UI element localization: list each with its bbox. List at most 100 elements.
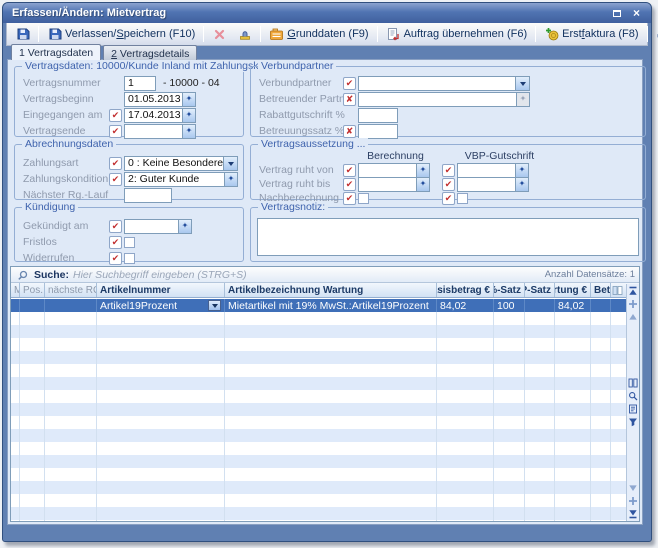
betreuender-partner-input[interactable]: ✦ — [358, 92, 530, 107]
column-header-Artikelbezeichnung Wartung[interactable]: Artikelbezeichnung Wartung — [225, 283, 437, 297]
nav-first-button[interactable] — [628, 286, 639, 296]
ruht-bis-vbp-edit-flag-icon[interactable] — [442, 178, 455, 191]
table-row[interactable] — [11, 416, 626, 429]
ruht-bis-vbp-picker-button[interactable]: ✦ — [515, 178, 528, 191]
cell-Artikelnummer[interactable]: Artikel19Prozent — [97, 299, 225, 312]
vertragsende-input[interactable]: ✦ — [124, 124, 196, 139]
grid-search-bar[interactable]: Suche: Hier Suchbegriff eingeben (STRG+S… — [11, 267, 639, 283]
stamp-button[interactable] — [232, 25, 257, 44]
delete-button[interactable] — [207, 25, 232, 44]
vertragsende-edit-flag-icon[interactable] — [109, 125, 122, 138]
table-row[interactable] — [11, 507, 626, 520]
table-row[interactable]: Artikel19ProzentMietartikel mit 19% MwSt… — [11, 299, 626, 312]
nav-insert-button[interactable] — [628, 496, 639, 506]
cell-VBP-Satz[interactable] — [525, 299, 555, 312]
search-input[interactable]: Hier Suchbegriff eingeben (STRG+S) — [73, 269, 545, 281]
cell-Wartung €[interactable]: 84,02 — [555, 299, 591, 312]
column-header-%-Satz[interactable]: %-Satz — [494, 283, 525, 297]
save-button[interactable] — [10, 25, 35, 44]
table-row[interactable] — [11, 481, 626, 494]
gekuendigt-am-input[interactable]: ✦ — [124, 219, 192, 234]
betreuungssatz-input[interactable] — [358, 124, 398, 139]
eingegangen-input[interactable]: 17.04.2013 /M✦ — [124, 108, 196, 123]
vertragsende-picker-button[interactable]: ✦ — [182, 125, 195, 138]
tab-vertragsdaten[interactable]: 1 Vertragsdaten — [11, 44, 101, 60]
nav-notes-button[interactable] — [628, 404, 639, 414]
betreuungssatz-locked-flag-icon[interactable] — [343, 125, 356, 138]
table-row[interactable] — [11, 390, 626, 403]
nachberechnung-vbp-edit-flag-icon[interactable] — [442, 192, 455, 205]
column-header-Pos.[interactable]: Pos. — [20, 283, 45, 297]
zahlungskondition-edit-flag-icon[interactable] — [109, 173, 122, 186]
table-row[interactable] — [11, 364, 626, 377]
nav-filter-button[interactable] — [628, 417, 639, 427]
nav-insert-button[interactable] — [628, 299, 639, 309]
table-row[interactable] — [11, 338, 626, 351]
cell-Pos.[interactable] — [20, 299, 45, 312]
nav-search-button[interactable] — [628, 391, 639, 401]
vertragsnummer-input[interactable]: 1 — [124, 76, 156, 91]
fristlos-checkbox[interactable] — [124, 237, 135, 248]
table-row[interactable] — [11, 312, 626, 325]
table-row[interactable] — [11, 494, 626, 507]
table-row[interactable] — [11, 520, 626, 521]
betreuender-partner-locked-flag-icon[interactable] — [343, 93, 356, 106]
cell-%-Satz[interactable]: 100 — [494, 299, 525, 312]
tab-vertragsdetails[interactable]: 2 Vertragsdetails — [103, 45, 197, 60]
nachberechnung-berechnung-checkbox[interactable] — [358, 193, 369, 204]
cell-M[interactable] — [11, 299, 20, 312]
column-header-nächste RG[interactable]: nächste RG — [45, 283, 97, 297]
table-row[interactable] — [11, 429, 626, 442]
ruht-von-vbp-edit-flag-icon[interactable] — [442, 164, 455, 177]
cell-Artikelbezeichnung Wartung[interactable]: Mietartikel mit 19% MwSt.:Artikel19Proze… — [225, 299, 437, 312]
artikelnummer-dropdown-icon[interactable] — [208, 300, 221, 311]
ruht-bis-berechnung-picker-button[interactable]: ✦ — [416, 178, 429, 191]
table-row[interactable] — [11, 403, 626, 416]
nav-columns-button[interactable] — [628, 378, 639, 388]
column-header-Wartung €[interactable]: Wartung € — [555, 283, 591, 297]
column-header-VBP-Satz[interactable]: VBP-Satz — [525, 283, 555, 297]
table-row[interactable] — [11, 325, 626, 338]
ruht-von-berechnung-edit-flag-icon[interactable] — [343, 164, 356, 177]
auftrag-uebernehmen-button[interactable]: Auftrag übernehmen (F6) — [381, 25, 533, 44]
table-row[interactable] — [11, 468, 626, 481]
eingegangen-edit-flag-icon[interactable] — [109, 109, 122, 122]
ruht-von-vbp-input[interactable]: ✦ — [457, 163, 529, 178]
rabattgutschrift-input[interactable] — [358, 108, 398, 123]
grunddaten-button[interactable]: Grunddaten (F9) — [264, 25, 373, 44]
nav-prev-button[interactable] — [628, 312, 639, 322]
eingegangen-picker-button[interactable]: ✦ — [182, 109, 195, 122]
gekuendigt-am-picker-button[interactable]: ✦ — [178, 220, 191, 233]
cell-nächste RG[interactable] — [45, 299, 97, 312]
ruht-bis-berechnung-input[interactable]: ✦ — [358, 177, 430, 192]
nav-last-button[interactable] — [628, 509, 639, 519]
ruht-bis-berechnung-edit-flag-icon[interactable] — [343, 178, 356, 191]
zahlungsart-dropdown-icon[interactable] — [223, 157, 237, 170]
zahlungsart-edit-flag-icon[interactable] — [109, 157, 122, 170]
fristlos-edit-flag-icon[interactable] — [109, 236, 122, 249]
erstfaktura-button[interactable]: Erstfaktura (F8) — [539, 25, 643, 44]
column-header-M[interactable]: M — [11, 283, 20, 297]
table-row[interactable] — [11, 351, 626, 364]
verbundpartner-select[interactable] — [358, 76, 530, 91]
vertragsbeginn-picker-button[interactable]: ✦ — [182, 93, 195, 106]
ruht-von-berechnung-picker-button[interactable]: ✦ — [416, 164, 429, 177]
cell-Basisbetrag €[interactable]: 84,02 — [437, 299, 494, 312]
table-row[interactable] — [11, 377, 626, 390]
ruht-bis-vbp-input[interactable]: ✦ — [457, 177, 529, 192]
verbundpartner-edit-flag-icon[interactable] — [343, 77, 356, 90]
nachberechnung-vbp-checkbox[interactable] — [457, 193, 468, 204]
column-header-Artikelnummer[interactable]: Artikelnummer — [97, 283, 225, 297]
extras-button[interactable]: Extras — [651, 25, 658, 44]
nav-next-button[interactable] — [628, 483, 639, 493]
widerrufen-edit-flag-icon[interactable] — [109, 252, 122, 265]
ruht-von-berechnung-input[interactable]: ✦ — [358, 163, 430, 178]
widerrufen-checkbox[interactable] — [124, 253, 135, 264]
table-row[interactable] — [11, 442, 626, 455]
close-button[interactable]: × — [628, 6, 645, 20]
zahlungsart-select[interactable]: 0 : Keine Besondere — [124, 156, 238, 171]
verlassen-speichern-button[interactable]: Verlassen/Speichern (F10) — [42, 25, 200, 44]
vertragsnotiz-textarea[interactable] — [257, 218, 639, 256]
nachberechnung-berechnung-edit-flag-icon[interactable] — [343, 192, 356, 205]
verbundpartner-dropdown-icon[interactable] — [515, 77, 529, 90]
